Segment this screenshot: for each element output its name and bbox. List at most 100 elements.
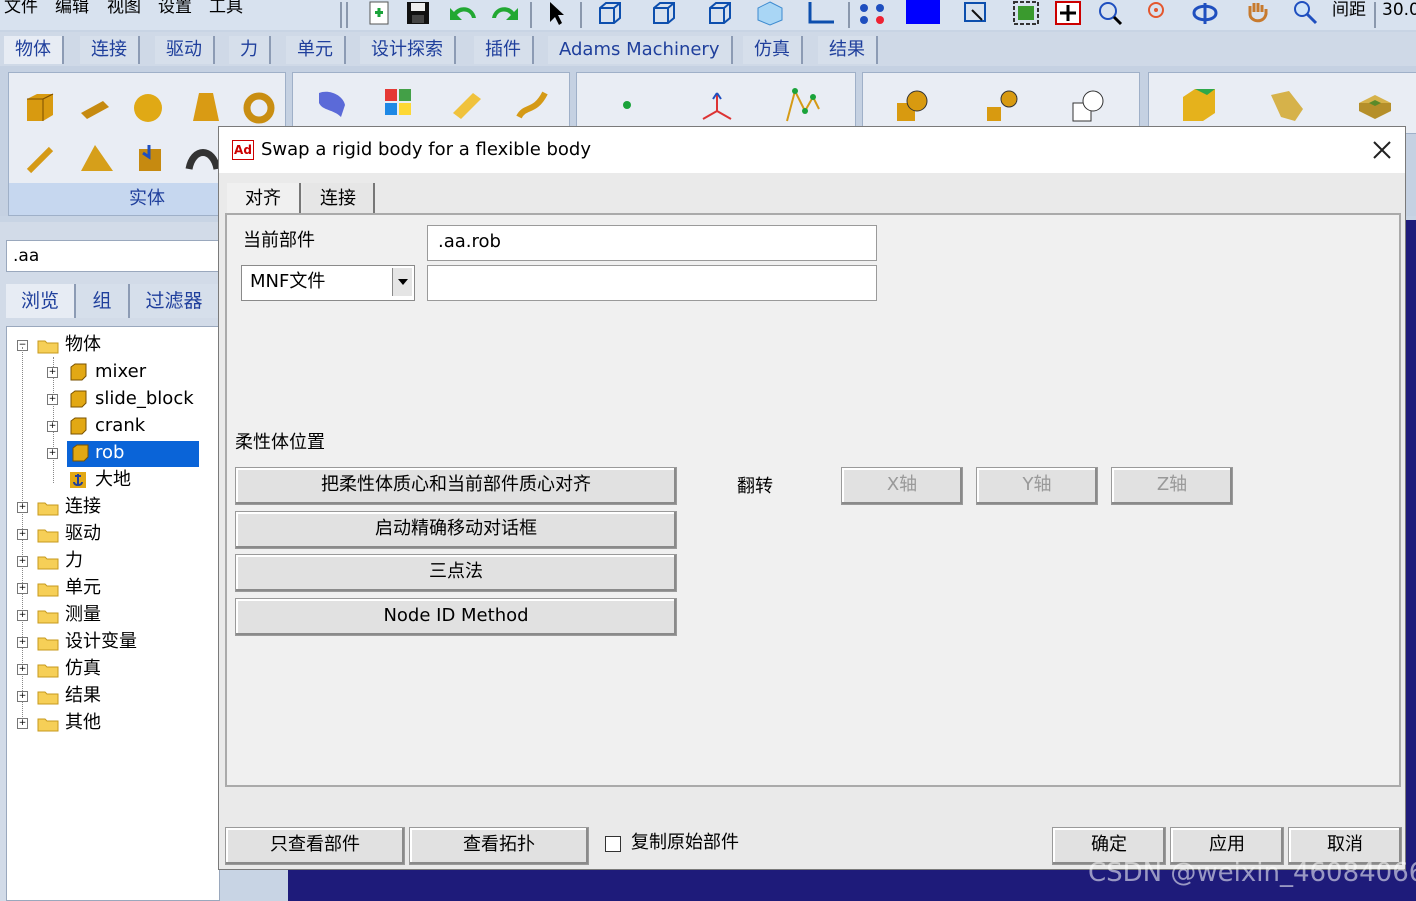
sphere-icon[interactable] <box>131 91 165 125</box>
flip-x-button[interactable]: X轴 <box>841 467 963 505</box>
tree-node-slide-block[interactable]: + slide_block <box>7 387 207 411</box>
wireframe-icon[interactable] <box>856 0 892 26</box>
pan-hand-icon[interactable] <box>1244 0 1272 26</box>
save-icon[interactable] <box>404 0 432 26</box>
revolution-icon[interactable] <box>185 143 221 175</box>
new-model-icon[interactable] <box>366 0 394 26</box>
expand-icon[interactable]: + <box>17 664 28 675</box>
copy-original-checkbox[interactable] <box>605 836 621 852</box>
cylinder-icon[interactable] <box>77 95 113 123</box>
point-icon[interactable] <box>623 101 631 109</box>
boolean-subtract-icon[interactable] <box>1069 87 1109 125</box>
close-icon[interactable] <box>1369 137 1395 163</box>
tab-elements[interactable]: 单元 <box>286 36 346 64</box>
flexible-body-icon[interactable] <box>315 85 351 121</box>
flip-z-button[interactable]: Z轴 <box>1111 467 1233 505</box>
current-part-field[interactable]: .aa.rob <box>427 225 877 261</box>
tab-filters[interactable]: 过滤器 <box>130 284 220 318</box>
target-icon[interactable] <box>1146 0 1174 26</box>
torus-icon[interactable] <box>241 91 277 125</box>
frustum-icon[interactable] <box>189 89 223 125</box>
tree-node-other[interactable]: + 其他 <box>7 711 207 735</box>
tree-node-rob[interactable]: + rob <box>7 441 207 467</box>
view-iso-icon[interactable] <box>756 0 784 26</box>
distance-value[interactable]: 30.0 <box>1382 0 1416 20</box>
expand-icon[interactable]: + <box>47 394 58 405</box>
tab-connections[interactable]: 连接 <box>303 183 375 215</box>
zoom-all-icon[interactable] <box>1054 0 1082 26</box>
tree-node-elements[interactable]: + 单元 <box>7 576 207 600</box>
model-search-input[interactable]: .aa <box>6 240 222 272</box>
expand-icon[interactable]: + <box>47 448 58 459</box>
tab-design-exploration[interactable]: 设计探索 <box>360 36 456 64</box>
box-icon[interactable] <box>23 91 57 125</box>
dialog-title-bar[interactable]: Ad Swap a rigid body for a flexible body <box>219 127 1405 173</box>
tree-node-simulations[interactable]: + 仿真 <box>7 657 207 681</box>
tab-results[interactable]: 结果 <box>818 36 878 64</box>
tab-align[interactable]: 对齐 <box>227 183 301 215</box>
view-top-icon[interactable] <box>650 0 678 26</box>
expand-icon[interactable]: + <box>17 583 28 594</box>
file-type-select[interactable]: MNF文件 <box>241 265 415 301</box>
align-cm-button[interactable]: 把柔性体质心和当前部件质心对齐 <box>235 467 677 505</box>
menu-tools[interactable]: 工具 <box>209 0 243 16</box>
expand-icon[interactable]: + <box>17 637 28 648</box>
polyline-icon[interactable] <box>783 87 823 125</box>
expand-icon[interactable]: + <box>17 556 28 567</box>
tab-plugins[interactable]: 插件 <box>474 36 534 64</box>
menu-file[interactable]: 文件 <box>4 0 38 16</box>
plate-icon[interactable] <box>77 141 117 177</box>
tab-motions[interactable]: 驱动 <box>155 36 215 64</box>
tree-node-bodies[interactable]: − 物体 <box>7 333 207 357</box>
menu-settings[interactable]: 设置 <box>158 0 192 16</box>
undo-icon[interactable] <box>446 0 482 26</box>
precision-move-button[interactable]: 启动精确移动对话框 <box>235 511 677 549</box>
tab-adams-machinery[interactable]: Adams Machinery <box>548 36 733 64</box>
expand-icon[interactable]: + <box>17 529 28 540</box>
tree-node-mixer[interactable]: + mixer <box>7 360 207 384</box>
flip-y-button[interactable]: Y轴 <box>976 467 1098 505</box>
beam-icon[interactable] <box>449 87 485 123</box>
expand-icon[interactable]: + <box>17 502 28 513</box>
tree-node-crank[interactable]: + crank <box>7 414 207 438</box>
tree-node-measures[interactable]: + 测量 <box>7 603 207 627</box>
zoom-box-icon[interactable] <box>962 0 990 26</box>
zoom-in-icon[interactable] <box>1096 0 1124 26</box>
mnf-file-path-field[interactable] <box>427 265 877 301</box>
discrete-flex-link-icon[interactable] <box>381 85 417 121</box>
rotate-icon[interactable] <box>1188 0 1222 26</box>
tab-groups[interactable]: 组 <box>76 284 130 318</box>
hollow-icon[interactable] <box>1355 89 1395 123</box>
tree-node-motions[interactable]: + 驱动 <box>7 522 207 546</box>
tab-browse[interactable]: 浏览 <box>6 284 76 318</box>
extrusion-icon[interactable] <box>133 141 169 177</box>
marker-icon[interactable] <box>699 89 735 123</box>
tree-node-ground[interactable]: 大地 <box>7 468 207 492</box>
render-color-icon[interactable] <box>906 0 940 24</box>
select-pointer-icon[interactable] <box>542 0 570 26</box>
expand-icon[interactable]: + <box>17 691 28 702</box>
redo-icon[interactable] <box>486 0 522 26</box>
zoom-magnifier-icon[interactable] <box>1292 0 1320 26</box>
boolean-merge-icon[interactable] <box>983 87 1023 125</box>
tree-node-connectors[interactable]: + 连接 <box>7 495 207 519</box>
tab-bodies[interactable]: 物体 <box>4 36 64 64</box>
chamfer-icon[interactable] <box>1179 85 1219 125</box>
three-point-button[interactable]: 三点法 <box>235 554 677 592</box>
tab-simulation[interactable]: 仿真 <box>743 36 803 64</box>
coordinate-axes-icon[interactable] <box>804 0 840 26</box>
view-topology-button[interactable]: 查看拓扑 <box>409 827 589 865</box>
tree-node-design-variables[interactable]: + 设计变量 <box>7 630 207 654</box>
node-id-method-button[interactable]: Node ID Method <box>235 598 677 636</box>
view-side-icon[interactable] <box>706 0 734 26</box>
expand-icon[interactable]: + <box>47 367 58 378</box>
view-front-icon[interactable] <box>596 0 624 26</box>
fit-view-icon[interactable] <box>1012 0 1040 26</box>
fillet-icon[interactable] <box>1267 87 1307 125</box>
boolean-union-icon[interactable] <box>893 87 933 125</box>
tree-node-results[interactable]: + 结果 <box>7 684 207 708</box>
tree-node-forces[interactable]: + 力 <box>7 549 207 573</box>
spline-icon[interactable] <box>515 87 551 123</box>
menu-edit[interactable]: 编辑 <box>55 0 89 16</box>
dropdown-arrow[interactable] <box>392 268 412 296</box>
